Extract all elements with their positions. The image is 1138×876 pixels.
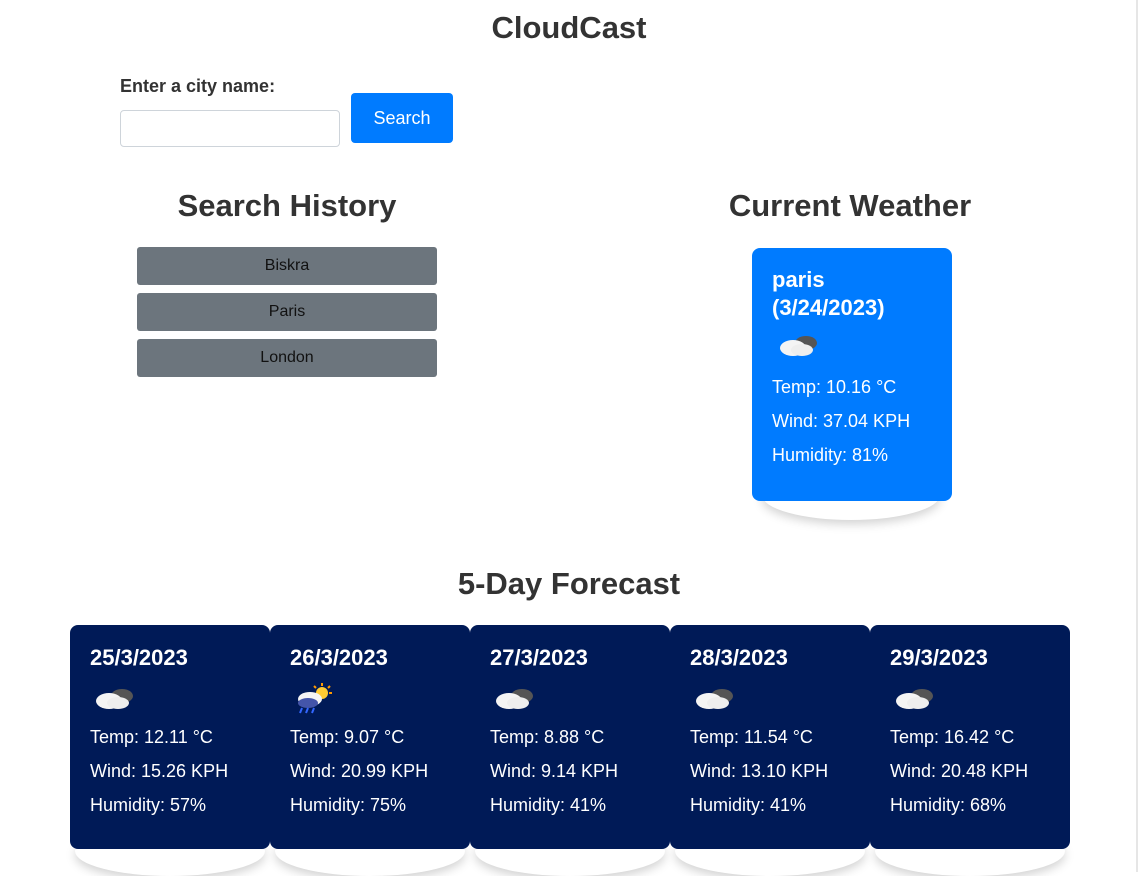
forecast-date: 27/3/2023	[490, 645, 588, 670]
search-button[interactable]: Search	[351, 93, 453, 143]
search-history-list: Biskra Paris London	[137, 247, 437, 385]
forecast-humidity: Humidity: 41%	[490, 795, 607, 815]
forecast-temp: Temp: 11.54 °C	[690, 727, 813, 747]
forecast-humidity: Humidity: 57%	[90, 795, 207, 815]
forecast-temp: Temp: 16.42 °C	[890, 727, 1015, 747]
forecast-humidity: Humidity: 41%	[690, 795, 807, 815]
forecast-card: 25/3/2023 Temp: 12.11 °C Wind: 15.26 KPH…	[70, 625, 270, 849]
forecast-wind: Wind: 9.14 KPH	[490, 761, 619, 781]
forecast-wind: Wind: 20.48 KPH	[890, 761, 1029, 781]
current-date: (3/24/2023)	[772, 295, 885, 320]
partly-cloudy-icon	[776, 330, 822, 362]
forecast-wind: Wind: 15.26 KPH	[90, 761, 229, 781]
forecast-card: 28/3/2023 Temp: 11.54 °C Wind: 13.10 KPH…	[670, 625, 870, 849]
city-input-label: Enter a city name:	[120, 76, 276, 96]
city-search-input[interactable]	[120, 110, 340, 147]
current-city: paris	[772, 267, 825, 292]
forecast-row: 25/3/2023 Temp: 12.11 °C Wind: 15.26 KPH…	[70, 625, 1070, 849]
forecast-wind: Wind: 13.10 KPH	[690, 761, 829, 781]
forecast-wind: Wind: 20.99 KPH	[290, 761, 429, 781]
history-item-biskra[interactable]: Biskra	[137, 247, 437, 285]
current-weather-heading: Current Weather	[728, 188, 972, 223]
cloudy-icon	[692, 683, 738, 715]
forecast-temp: Temp: 12.11 °C	[90, 727, 213, 747]
forecast-date: 28/3/2023	[690, 645, 788, 670]
current-temp: Temp: 10.16 °C	[772, 377, 897, 397]
current-city-name: paris (3/24/2023)	[772, 266, 932, 322]
forecast-heading: 5-Day Forecast	[457, 566, 681, 601]
history-item-paris[interactable]: Paris	[137, 293, 437, 331]
current-humidity: Humidity: 81%	[772, 445, 889, 465]
cloudy-icon	[92, 683, 138, 715]
forecast-card: 29/3/2023 Temp: 16.42 °C Wind: 20.48 KPH…	[870, 625, 1070, 849]
search-history-heading: Search History	[177, 188, 397, 223]
forecast-temp: Temp: 8.88 °C	[490, 727, 605, 747]
forecast-card: 26/3/2023 Temp: 9.07 °C Wind: 20.99 KPH …	[270, 625, 470, 849]
rain-sun-icon	[292, 683, 338, 715]
cloudy-icon	[892, 683, 938, 715]
forecast-date: 25/3/2023	[90, 645, 188, 670]
forecast-humidity: Humidity: 75%	[290, 795, 407, 815]
forecast-card: 27/3/2023 Temp: 8.88 °C Wind: 9.14 KPH H…	[470, 625, 670, 849]
current-weather-card: paris (3/24/2023) Temp: 10.16 °C Wind: 3…	[752, 248, 952, 501]
forecast-date: 29/3/2023	[890, 645, 988, 670]
forecast-date: 26/3/2023	[290, 645, 388, 670]
cloudy-icon	[492, 683, 538, 715]
current-wind: Wind: 37.04 KPH	[772, 411, 911, 431]
history-item-london[interactable]: London	[137, 339, 437, 377]
app-title: CloudCast	[491, 10, 647, 45]
forecast-temp: Temp: 9.07 °C	[290, 727, 405, 747]
forecast-humidity: Humidity: 68%	[890, 795, 1007, 815]
